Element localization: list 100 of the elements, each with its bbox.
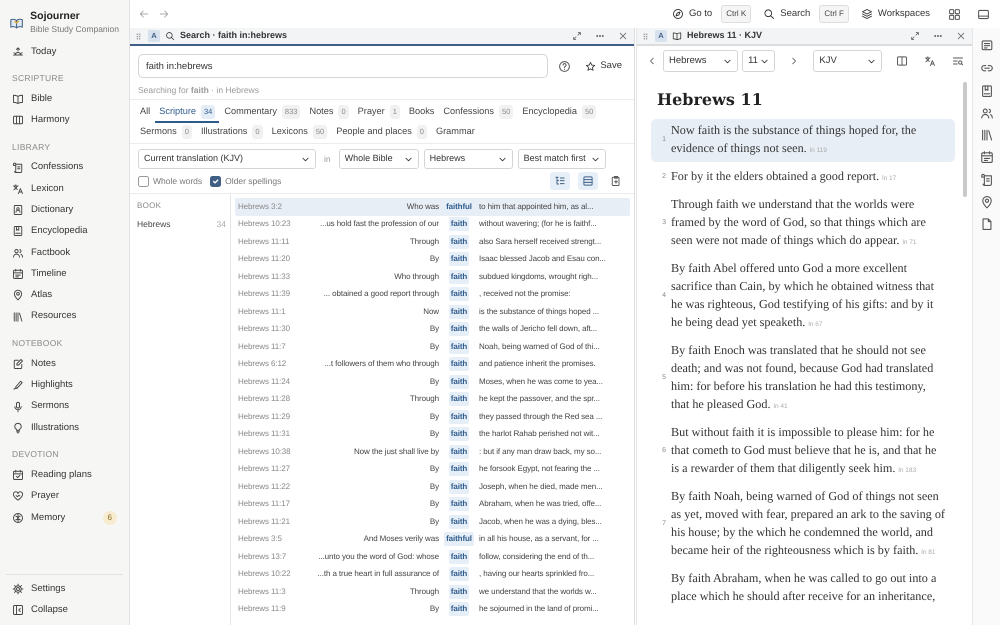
nav-item[interactable]: Notes bbox=[0, 353, 129, 375]
scrollbar[interactable] bbox=[963, 82, 967, 197]
nav-item[interactable]: Harmony bbox=[0, 110, 129, 131]
result-row[interactable]: Hebrews 3:2 Who was faithful to him that appointed him, as al... bbox=[235, 198, 630, 216]
result-row[interactable]: Hebrews 11:11 Through faith also Sara herself received strengt... bbox=[235, 233, 630, 250]
clipboard-icon[interactable] bbox=[610, 175, 622, 187]
result-row[interactable]: Hebrews 3:5 And Moses verily was faithful in all his house, as a servant, for ... bbox=[235, 530, 630, 548]
go-to-button[interactable]: Go to Ctrl K bbox=[668, 3, 756, 25]
result-row[interactable]: Hebrews 11:17 By faith Abraham, when he was tried, offe... bbox=[235, 496, 630, 513]
nav-item[interactable]: Sermons bbox=[0, 396, 129, 418]
result-row[interactable]: Hebrews 11:22 By faith Joseph, when he died, made men... bbox=[235, 478, 630, 496]
calendar-icon[interactable] bbox=[980, 150, 994, 165]
nav-item[interactable]: Timeline bbox=[0, 263, 129, 285]
tree-list-icon[interactable] bbox=[554, 175, 566, 187]
checkbox-label[interactable]: Whole words bbox=[153, 174, 202, 188]
nav-item[interactable]: Bible bbox=[0, 88, 129, 110]
context-text: Through bbox=[410, 393, 439, 406]
nav-item[interactable]: Encyclopedia bbox=[0, 220, 129, 242]
result-row[interactable]: Hebrews 10:23 ...us hold fast the profession of our faith without wavering; (for he is faithf... bbox=[235, 216, 630, 233]
save-button[interactable]: Save bbox=[581, 56, 626, 76]
sort-select[interactable]: Best match first bbox=[518, 149, 606, 169]
close-icon[interactable] bbox=[956, 31, 966, 41]
people-icon[interactable] bbox=[980, 106, 994, 120]
nav-item[interactable]: Memory 6 bbox=[0, 507, 129, 528]
result-row[interactable]: Hebrews 13:7 ...unto you the word of God: whose faith follow, considering the end of th... bbox=[235, 548, 630, 566]
help-icon[interactable] bbox=[558, 60, 572, 72]
split-view-icon[interactable] bbox=[896, 55, 908, 67]
book-select[interactable]: Hebrews bbox=[663, 50, 738, 72]
result-row[interactable]: Hebrews 10:22 ...th a true heart in full assurance of faith , having our hearts sprinkled fro... bbox=[235, 566, 630, 583]
checkbox-label[interactable]: Older spellings bbox=[225, 174, 282, 188]
verse-reference: Hebrews 10:22 bbox=[238, 568, 292, 580]
result-row[interactable]: Hebrews 6:12 ...t followers of them who through faith and patience inherit the promises. bbox=[235, 356, 630, 373]
search-button[interactable]: Search Ctrl F bbox=[759, 3, 853, 25]
result-row[interactable]: Hebrews 11:30 By faith the walls of Jericho fell down, aft... bbox=[235, 320, 630, 338]
scope-select[interactable]: Whole Bible bbox=[338, 149, 419, 169]
verse-row[interactable]: By faith Abraham, when he was called to go out into a place which he should after receive for an inheritance, bbox=[651, 567, 955, 608]
result-row[interactable]: Hebrews 11:28 Through faith he kept the passover, and the spr... bbox=[235, 390, 630, 408]
drag-handle-icon[interactable] bbox=[641, 32, 650, 40]
context-text: ...us hold fast the profession of our bbox=[320, 218, 439, 230]
library-icon[interactable] bbox=[980, 128, 994, 142]
nav-item[interactable]: Prayer bbox=[0, 486, 129, 508]
book-icon[interactable] bbox=[980, 84, 994, 98]
result-row[interactable]: Hebrews 11:7 By faith Noah, being warned of God of thi... bbox=[235, 338, 630, 356]
result-row[interactable]: Hebrews 11:24 By faith Moses, when he was come to yea... bbox=[235, 373, 630, 390]
workspaces-button[interactable]: Workspaces bbox=[856, 4, 934, 24]
drag-handle-icon[interactable] bbox=[134, 32, 143, 40]
nav-item[interactable]: Illustrations bbox=[0, 417, 129, 438]
search-field[interactable]: faith in:hebrews bbox=[138, 54, 548, 78]
match-highlight: faith bbox=[448, 217, 470, 232]
nav-item[interactable]: Settings bbox=[6, 578, 123, 600]
close-icon[interactable] bbox=[618, 31, 628, 41]
nav-item[interactable]: Today bbox=[0, 41, 129, 62]
context-text: he forsook Egypt, not fearing the ... bbox=[479, 463, 601, 476]
result-row[interactable]: Hebrews 11:1 Now faith is the substance of things hoped ... bbox=[235, 303, 630, 320]
checkbox[interactable] bbox=[138, 176, 149, 186]
result-row[interactable]: Hebrews 11:27 By faith he forsook Egypt, not fearing the ... bbox=[235, 460, 630, 478]
find-in-text-icon[interactable] bbox=[952, 55, 964, 67]
translate-icon[interactable] bbox=[924, 55, 936, 67]
page-icon[interactable] bbox=[980, 217, 994, 232]
tab[interactable]: Books bbox=[404, 103, 438, 123]
tab[interactable]: Grammar bbox=[432, 123, 479, 143]
nav-item[interactable]: Factbook bbox=[0, 242, 129, 264]
result-row[interactable]: Hebrews 11:31 By faith the harlot Rahab perished not wit... bbox=[235, 426, 630, 443]
nav-item[interactable]: Lexicon bbox=[0, 178, 129, 200]
tab[interactable]: All bbox=[136, 103, 154, 123]
result-row[interactable]: Hebrews 11:21 By faith Jacob, when he was a dying, bles... bbox=[235, 513, 630, 530]
result-row[interactable]: Hebrews 11:39 ... obtained a good report through faith , received not the promise: bbox=[235, 286, 630, 303]
expand-icon[interactable] bbox=[572, 31, 582, 41]
result-row[interactable]: Hebrews 11:20 By faith Isaac blessed Jacob and Esau con... bbox=[235, 250, 630, 268]
translation-select[interactable]: KJV bbox=[813, 50, 882, 72]
nav-item[interactable]: Dictionary bbox=[0, 199, 129, 221]
result-row[interactable]: Hebrews 10:38 Now the just shall live by faith : but if any man draw back, my so... bbox=[235, 443, 630, 460]
nav-item[interactable]: Resources bbox=[0, 306, 129, 328]
translation-select[interactable]: Current translation (KJV) bbox=[138, 149, 316, 169]
match-highlight: faith bbox=[448, 584, 470, 599]
address-book-icon bbox=[12, 204, 24, 216]
nav-item[interactable]: Highlights bbox=[0, 374, 129, 396]
nav-item[interactable]: Atlas bbox=[0, 284, 129, 306]
map-pin-icon[interactable] bbox=[980, 195, 994, 210]
search-summary: Searching for faith · in Hebrews bbox=[138, 84, 260, 97]
grid-icon[interactable] bbox=[948, 8, 961, 20]
rows-icon[interactable] bbox=[582, 175, 594, 187]
nav-item[interactable]: Collapse bbox=[6, 600, 123, 621]
panel-icon[interactable] bbox=[977, 8, 990, 20]
checkbox[interactable] bbox=[210, 176, 222, 186]
nav-item[interactable]: Confessions bbox=[0, 156, 129, 178]
book-icon bbox=[12, 225, 24, 238]
result-row[interactable]: Hebrews 11:29 By faith they passed through the Red sea ... bbox=[235, 408, 630, 426]
result-row[interactable]: Hebrews 11:9 By faith he sojourned in the land of promi... bbox=[235, 600, 630, 618]
scroll-icon[interactable] bbox=[980, 172, 994, 188]
result-row[interactable]: Hebrews 11:33 Who through faith subdued kingdoms, wrought righ... bbox=[235, 268, 630, 286]
facet-item[interactable]: Hebrews 34 bbox=[137, 218, 226, 231]
context-text: ... obtained a good report through bbox=[324, 288, 439, 300]
panel-title: Search · faith in:hebrews bbox=[180, 29, 288, 42]
expand-icon[interactable] bbox=[910, 31, 920, 41]
chapter-select[interactable]: 11 bbox=[742, 50, 776, 72]
context-text: Through bbox=[410, 236, 439, 248]
result-row[interactable]: Hebrews 11:3 Through faith we understand that the worlds w... bbox=[235, 583, 630, 600]
nav-item[interactable]: Reading plans bbox=[0, 464, 129, 486]
book-select[interactable]: Hebrews bbox=[424, 149, 513, 169]
